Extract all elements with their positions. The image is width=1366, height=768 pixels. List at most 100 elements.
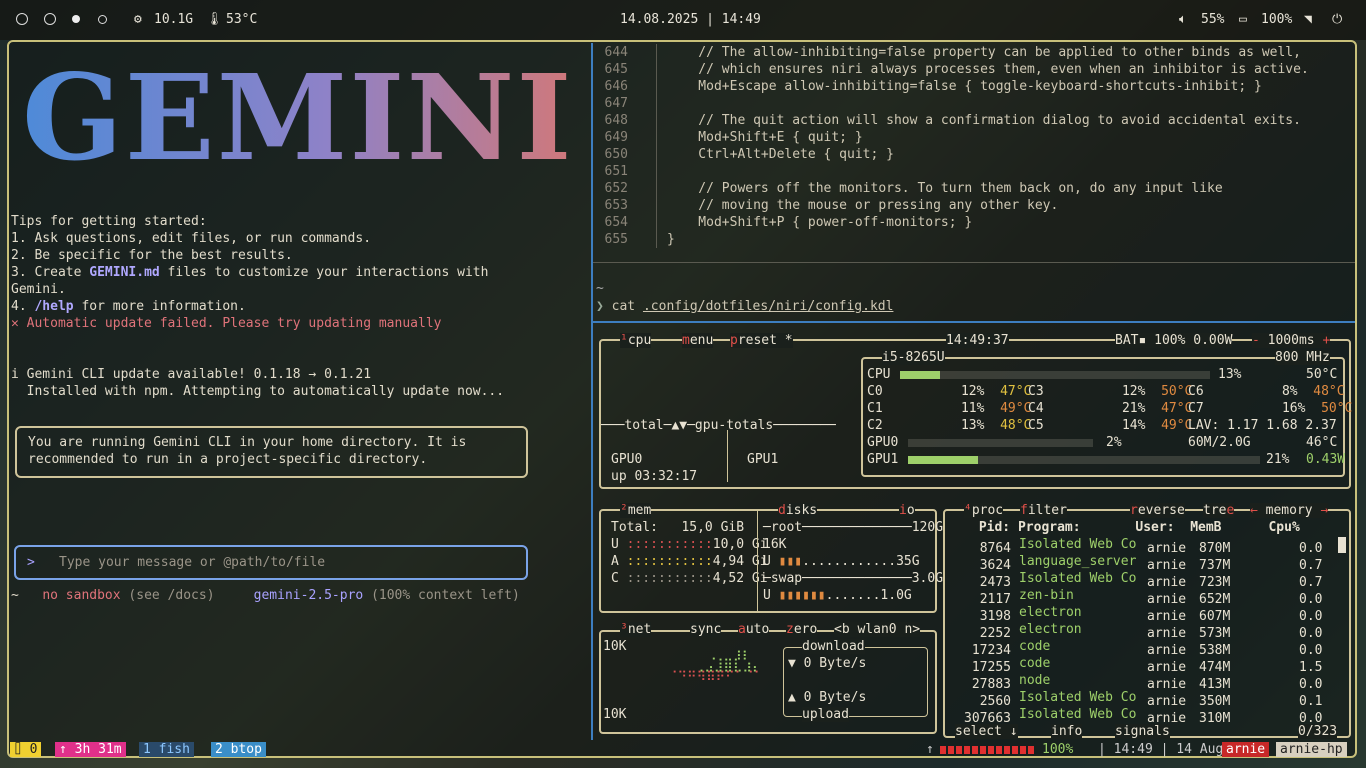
workspace-2-indicator[interactable] [44,13,56,25]
core-c2: C2 13% 48°C [867,418,1032,433]
net-sync[interactable]: sync [690,622,722,637]
net-title[interactable]: ³net [620,622,652,637]
line-number: 646 [604,79,628,94]
warning-line-2: recommended to run in a project-specific… [28,452,428,467]
process-prog: language_server [1019,554,1137,569]
temperature: 53°C [226,12,258,27]
line-number: 650 [604,147,628,162]
cpu-title[interactable]: ¹cpu [620,333,652,348]
net-scale-top: 10K [603,639,627,654]
core-c0: C0 12% 47°C [867,384,1032,399]
line-number: 649 [604,130,628,145]
cpu-total-label: CPU [867,367,891,382]
process-mem: 310M [1199,711,1231,726]
line-number: 645 [604,62,628,77]
proc-select[interactable]: select ↓ [955,724,1018,739]
btop-separator [593,321,1355,323]
code-line: // moving the mouse or pressing any othe… [667,198,1059,213]
mem-title[interactable]: ²mem [620,503,652,518]
disks-title[interactable]: disks [778,503,818,518]
disks-io[interactable]: io [899,503,915,518]
disk-swap: ─swap──────────────3.0G [763,571,944,586]
battery-level: 100% [1261,12,1293,27]
net-interface[interactable]: <b wlan0 n> [834,622,921,637]
gpu0-pct: 2% [1106,435,1122,450]
core-c3: C3 12% 50°C [1028,384,1193,399]
process-prog: electron [1019,605,1082,620]
top-bar: ⚙ 10.1G 🌡︎ 53°C 14.08.2025 | 14:49 🔈︎ 55… [0,0,1366,40]
installed-message: Installed with npm. Attempting to automa… [11,384,505,399]
status-segment-mode: ⌷ 0 [10,742,42,757]
core-c4: C4 21% 47°C [1028,401,1193,416]
process-prog: code [1019,639,1051,654]
wifi-icon[interactable]: ◥ [1304,12,1312,27]
net-upload-rate: ▲ 0 Byte/s [788,690,867,705]
net-graph: ⢀ ⢰⡆ ⠀⠀ ⢀⣠⣸⣿⣇⣰⡄ ⠈⠙⠛⠻⠿⠟⠋⠁⠈⠁ [668,646,764,685]
proc-scrollbar[interactable] [1338,537,1346,553]
gpu1-name: GPU1 [747,452,779,467]
cpu-model: i5-8265U [882,350,945,365]
proc-signals[interactable]: signals [1115,724,1170,739]
gpu0-bar [908,439,1093,447]
cpu-interval[interactable]: - 1000ms + [1252,333,1331,348]
gpu0-name: GPU0 [611,452,643,467]
code-line: // The quit action will show a confirmat… [667,113,1301,128]
line-number: 647 [604,96,628,111]
shell-command-line[interactable]: ❯ cat .config/dotfiles/niri/config.kdl [596,299,893,314]
proc-filter[interactable]: filter [1020,503,1067,518]
status-host: arnie-hp [1276,742,1347,757]
proc-sort[interactable]: ← memory → [1250,503,1329,518]
proc-info[interactable]: info [1051,724,1083,739]
disk-swap-used: U ▮▮▮▮▮▮.......1.0G [763,588,912,603]
status-time: | 14:49 | 14 Aug [1098,742,1224,757]
message-input[interactable]: Type your message or @path/to/file [59,555,325,570]
line-number: 652 [604,181,628,196]
mem-available: A :::::::::::4,94 Gi [611,554,768,569]
status-user: arnie [1222,742,1270,757]
process-prog: Isolated Web Co [1019,690,1137,705]
workspace-4-indicator[interactable] [98,15,107,24]
cpu-preset[interactable]: preset * [730,333,793,348]
line-number-gutter [656,44,657,248]
mem-cached: C :::::::::::4,52 Gi [611,571,768,586]
mem-total: Total: 15,0 GiB [611,520,745,535]
workspace-1-indicator[interactable] [16,13,28,25]
clock[interactable]: 14.08.2025 | 14:49 [620,12,761,27]
core-c5: C5 14% 49°C [1028,418,1193,433]
code-line: // Powers off the monitors. To turn them… [667,181,1223,196]
cpu-battery: BAT▪ 100% 0.00W [1115,333,1233,348]
tab-btop[interactable]: 2 btop [211,742,266,757]
cpu-menu[interactable]: menu [682,333,714,348]
status-uptime: ↑ 3h 31m [55,742,126,757]
pane-divider[interactable] [591,43,593,740]
uptime: up 03:32:17 [611,469,698,484]
line-number: 654 [604,215,628,230]
disk-root-io: 16K [763,537,787,552]
line-number: 651 [604,164,628,179]
cpu-frequency: 800 MHz [1275,350,1330,365]
workspace-3-indicator[interactable] [72,15,80,23]
home-directory-warning: You are running Gemini CLI in your home … [15,426,528,478]
volume-icon[interactable]: 🔈︎ [1179,12,1187,27]
gpu0-label: GPU0 [867,435,899,450]
status-battery: 100% [1042,742,1074,757]
warning-line-1: You are running Gemini CLI in your home … [28,435,467,450]
net-scale-bottom: 10K [603,707,627,722]
proc-title[interactable]: ⁴proc [964,503,1004,518]
tip-2: 2. Be specific for the best results. [11,248,293,263]
cpu-freq: 10.1G [154,12,194,27]
tab-fish[interactable]: 1 fish [139,742,194,757]
proc-tree[interactable]: tree [1203,503,1235,518]
proc-reverse[interactable]: reverse [1130,503,1185,518]
gpu0-temp: 46°C [1306,435,1338,450]
process-prog: code [1019,656,1051,671]
message-input-box[interactable]: > Type your message or @path/to/file [14,545,528,580]
net-zero[interactable]: zero [786,622,818,637]
battery-arrow-icon: ↑ [926,742,934,757]
net-auto[interactable]: auto [738,622,770,637]
proc-count: 0/323 [1298,724,1338,739]
code-line: // which ensures niri always processes t… [667,62,1309,77]
power-icon[interactable]: ⏻ [1332,12,1342,27]
code-line: } [667,232,675,247]
battery-bar [940,746,1036,754]
